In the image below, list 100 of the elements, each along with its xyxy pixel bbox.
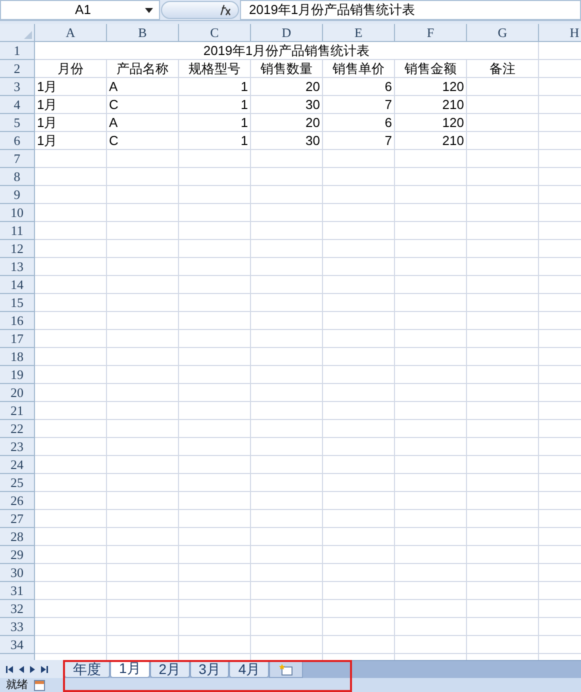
table-cell[interactable] <box>395 258 467 276</box>
sheet-tab[interactable]: 年度 <box>64 661 110 678</box>
table-cell[interactable] <box>251 618 323 636</box>
row-header[interactable]: 32 <box>0 600 35 618</box>
table-cell[interactable] <box>179 456 251 474</box>
table-cell[interactable] <box>467 384 539 402</box>
table-cell[interactable]: 7 <box>323 96 395 114</box>
table-cell[interactable] <box>35 186 107 204</box>
table-cell[interactable] <box>35 330 107 348</box>
table-cell[interactable] <box>251 294 323 312</box>
table-cell[interactable] <box>395 384 467 402</box>
table-cell[interactable] <box>179 618 251 636</box>
column-header[interactable]: A <box>35 24 107 42</box>
table-cell[interactable] <box>251 384 323 402</box>
table-cell[interactable] <box>35 600 107 618</box>
row-header[interactable]: 33 <box>0 618 35 636</box>
row-header[interactable] <box>0 654 35 660</box>
table-cell[interactable] <box>323 456 395 474</box>
table-cell[interactable] <box>467 150 539 168</box>
row-header[interactable]: 14 <box>0 276 35 294</box>
table-cell[interactable] <box>467 330 539 348</box>
table-cell[interactable]: 6 <box>323 78 395 96</box>
table-cell[interactable] <box>251 474 323 492</box>
table-cell[interactable] <box>251 330 323 348</box>
table-cell[interactable] <box>107 474 179 492</box>
table-cell[interactable] <box>467 636 539 654</box>
table-cell[interactable] <box>395 294 467 312</box>
table-cell[interactable] <box>467 582 539 600</box>
table-cell[interactable] <box>467 78 539 96</box>
table-cell[interactable] <box>179 312 251 330</box>
table-cell[interactable] <box>35 258 107 276</box>
row-header[interactable]: 13 <box>0 258 35 276</box>
table-cell[interactable] <box>251 276 323 294</box>
table-cell[interactable] <box>395 402 467 420</box>
table-cell[interactable] <box>395 564 467 582</box>
first-sheet-icon[interactable] <box>6 666 13 672</box>
column-title-cell[interactable]: 产品名称 <box>107 60 179 78</box>
table-cell[interactable]: 210 <box>395 132 467 150</box>
table-cell[interactable] <box>395 420 467 438</box>
table-cell[interactable] <box>107 240 179 258</box>
table-cell[interactable] <box>251 528 323 546</box>
table-cell[interactable]: 30 <box>251 132 323 150</box>
row-header[interactable]: 19 <box>0 366 35 384</box>
row-header[interactable]: 29 <box>0 546 35 564</box>
table-cell[interactable] <box>323 186 395 204</box>
table-cell[interactable] <box>35 420 107 438</box>
table-cell[interactable] <box>179 330 251 348</box>
table-cell[interactable] <box>395 600 467 618</box>
table-cell[interactable] <box>251 564 323 582</box>
table-cell[interactable] <box>179 366 251 384</box>
table-cell[interactable] <box>395 204 467 222</box>
table-cell[interactable]: 1 <box>179 132 251 150</box>
table-cell[interactable] <box>467 456 539 474</box>
row-header[interactable]: 24 <box>0 456 35 474</box>
table-cell[interactable]: 6 <box>323 114 395 132</box>
table-cell[interactable]: 1月 <box>35 132 107 150</box>
table-cell[interactable] <box>179 528 251 546</box>
table-cell[interactable] <box>251 348 323 366</box>
table-cell[interactable] <box>179 150 251 168</box>
table-cell[interactable] <box>251 312 323 330</box>
table-cell[interactable] <box>35 294 107 312</box>
table-cell[interactable] <box>179 222 251 240</box>
column-title-cell[interactable]: 月份 <box>35 60 107 78</box>
row-header[interactable]: 6 <box>0 132 35 150</box>
table-cell[interactable] <box>323 600 395 618</box>
table-cell[interactable] <box>251 510 323 528</box>
table-cell[interactable] <box>251 600 323 618</box>
table-cell[interactable] <box>467 96 539 114</box>
table-cell[interactable] <box>251 438 323 456</box>
table-cell[interactable] <box>35 348 107 366</box>
table-cell[interactable] <box>107 564 179 582</box>
table-cell[interactable] <box>323 294 395 312</box>
sheet-tab[interactable]: 4月 <box>229 661 270 678</box>
table-cell[interactable] <box>179 348 251 366</box>
row-header[interactable]: 18 <box>0 348 35 366</box>
table-cell[interactable] <box>107 294 179 312</box>
table-cell[interactable] <box>323 510 395 528</box>
table-cell[interactable] <box>467 438 539 456</box>
table-cell[interactable] <box>395 312 467 330</box>
table-cell[interactable] <box>467 366 539 384</box>
table-cell[interactable] <box>179 384 251 402</box>
table-cell[interactable] <box>251 366 323 384</box>
table-cell[interactable] <box>251 402 323 420</box>
table-cell[interactable] <box>35 564 107 582</box>
table-cell[interactable] <box>395 240 467 258</box>
table-cell[interactable] <box>107 582 179 600</box>
table-cell[interactable] <box>323 330 395 348</box>
table-cell[interactable] <box>179 438 251 456</box>
table-cell[interactable] <box>251 456 323 474</box>
table-cell[interactable] <box>179 564 251 582</box>
table-cell[interactable] <box>467 546 539 564</box>
table-cell[interactable]: 1月 <box>35 114 107 132</box>
table-cell[interactable] <box>107 348 179 366</box>
table-cell[interactable] <box>179 510 251 528</box>
table-cell[interactable] <box>35 510 107 528</box>
table-cell[interactable] <box>179 420 251 438</box>
table-cell[interactable]: 210 <box>395 96 467 114</box>
table-cell[interactable] <box>107 384 179 402</box>
table-cell[interactable] <box>251 582 323 600</box>
table-cell[interactable] <box>395 456 467 474</box>
